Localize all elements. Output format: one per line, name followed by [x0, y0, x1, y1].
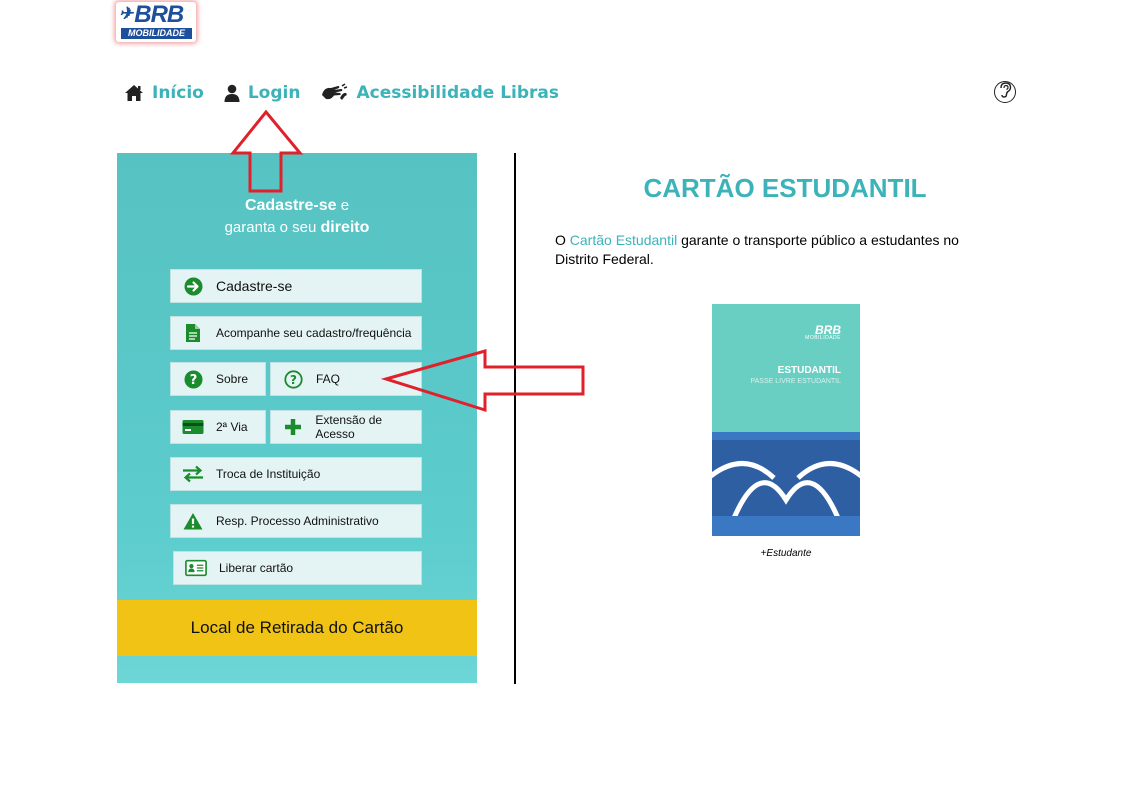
plus-icon: [282, 418, 303, 436]
nav-inicio-label: Início: [152, 83, 204, 103]
cadastre-se-button[interactable]: Cadastre-se: [170, 269, 422, 303]
student-card-image[interactable]: BRB MOBILIDADE ESTUDANTIL PASSE LIVRE ES…: [712, 304, 860, 536]
nav-inicio[interactable]: Início: [124, 83, 204, 103]
nav-login-label: Login: [247, 83, 301, 103]
question-outline-icon: ?: [282, 369, 304, 389]
faq-label: FAQ: [316, 372, 341, 386]
sign-language-icon: [320, 83, 348, 103]
id-card-icon: [185, 559, 207, 577]
page-description: O Cartão Estudantil garante o transporte…: [555, 231, 985, 269]
resp-processo-button[interactable]: Resp. Processo Administrativo: [170, 504, 422, 538]
plane-icon: ✈: [119, 4, 133, 23]
warning-icon: [182, 512, 204, 530]
hearing-accessibility-button[interactable]: [994, 81, 1016, 103]
card-stripe: [712, 432, 860, 440]
svg-text:?: ?: [290, 373, 297, 387]
tagline-part-2: garanta o seu: [224, 219, 321, 236]
logo-subtitle: MOBILIDADE: [121, 28, 192, 39]
tagline-part-1: e: [336, 197, 350, 214]
logo-wordmark: ✈BRB: [119, 1, 184, 28]
segunda-via-button[interactable]: 2ª Via: [170, 410, 266, 444]
document-icon: [182, 323, 204, 343]
brb-mobilidade-logo[interactable]: ✈BRB MOBILIDADE: [116, 1, 196, 42]
segunda-via-label: 2ª Via: [216, 420, 248, 434]
home-icon: [124, 84, 144, 102]
ear-icon: [998, 81, 1012, 103]
question-circle-icon: ?: [182, 370, 204, 389]
extensao-label: Extensão de Acesso: [315, 413, 383, 441]
cartao-estudantil-link[interactable]: Cartão Estudantil: [570, 232, 677, 248]
nav-acessibilidade-libras[interactable]: Acessibilidade Libras: [320, 83, 559, 103]
nav-login[interactable]: Login: [224, 83, 301, 103]
sobre-label: Sobre: [216, 372, 249, 386]
card-brand-sub: MOBILIDADE: [805, 335, 841, 341]
arrow-right-circle-icon: [182, 277, 204, 296]
panel-tagline: Cadastre-se e garanta o seu direito: [117, 195, 477, 239]
vertical-divider: [514, 153, 516, 684]
acompanhe-label: Acompanhe seu cadastro/frequência: [216, 326, 412, 340]
tagline-strong-2: direito: [320, 219, 370, 236]
svg-text:?: ?: [189, 373, 197, 388]
acompanhe-cadastro-button[interactable]: Acompanhe seu cadastro/frequência: [170, 316, 422, 350]
desc-prefix: O: [555, 232, 570, 248]
tagline-strong-1: Cadastre-se: [244, 197, 337, 214]
troca-instituicao-button[interactable]: Troca de Instituição: [170, 457, 422, 491]
card-title: ESTUDANTIL: [777, 365, 841, 376]
page-title: CARTÃO ESTUDANTIL: [643, 173, 927, 203]
cadastre-se-label: Cadastre-se: [216, 278, 293, 294]
services-panel: Cadastre-se e garanta o seu direito Cada…: [117, 153, 477, 683]
card-caption: +Estudante: [760, 548, 812, 559]
liberar-cartao-button[interactable]: Liberar cartão: [173, 551, 422, 585]
extensao-acesso-button[interactable]: Extensão de Acesso: [270, 410, 422, 444]
sobre-button[interactable]: ? Sobre: [170, 362, 266, 396]
top-nav: Início Login Acessibilidade Libras: [124, 80, 579, 106]
card-arches-graphic: [712, 461, 860, 536]
faq-button[interactable]: ? FAQ: [270, 362, 422, 396]
exchange-arrows-icon: [182, 465, 204, 483]
resp-label: Resp. Processo Administrativo: [216, 514, 379, 528]
nav-acessibilidade-label: Acessibilidade Libras: [356, 83, 560, 103]
liberar-label: Liberar cartão: [219, 561, 294, 575]
troca-label: Troca de Instituição: [216, 467, 321, 481]
credit-card-icon: [182, 419, 204, 435]
card-subtitle: PASSE LIVRE ESTUDANTIL: [750, 378, 841, 385]
user-icon: [224, 84, 240, 102]
local-retirada-button[interactable]: Local de Retirada do Cartão: [117, 600, 477, 656]
